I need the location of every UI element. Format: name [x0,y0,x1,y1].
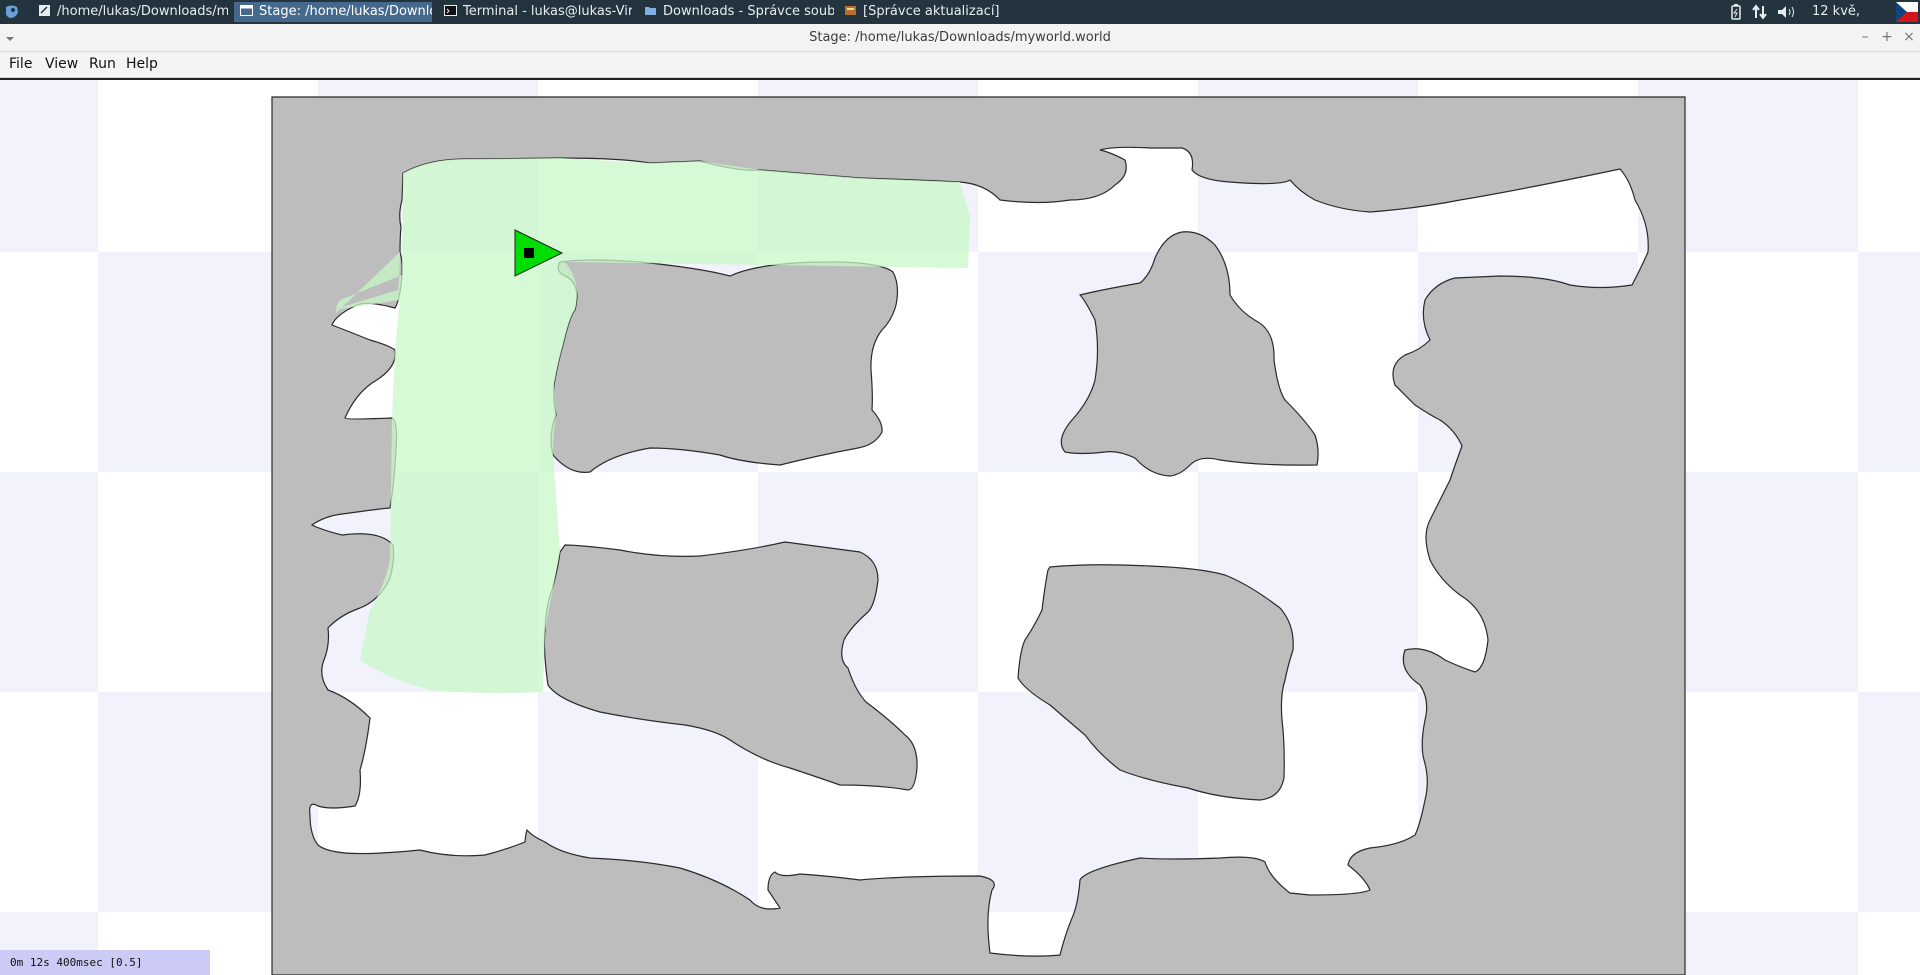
taskbar: /home/lukas/Downloads/my... Stage: /home… [0,0,1920,43]
window-titlebar[interactable]: Stage: /home/lukas/Downloads/myworld.wor… [0,24,1920,52]
robot-sensor [524,248,534,258]
battery-icon[interactable] [1728,3,1744,21]
task-file-manager[interactable]: Downloads - Správce souborů [638,2,834,22]
maximize-icon[interactable]: + [1879,28,1895,46]
menu-file[interactable]: File [9,52,32,77]
folder-icon [645,7,656,15]
menu-bar: File View Run Help [0,52,1920,78]
text-editor-icon [39,5,50,16]
stage-window-icon [240,5,253,16]
simulation-clock-status: 0m 12s 400msec [0.5] [0,950,210,975]
terminal-icon [444,5,457,16]
menu-help[interactable]: Help [126,52,158,77]
update-manager-icon [845,6,856,15]
task-text-editor[interactable]: /home/lukas/Downloads/my... [32,2,228,22]
xfce-menu-icon[interactable] [3,3,21,21]
stage-canvas[interactable] [0,80,1920,975]
network-icon[interactable] [1752,3,1768,21]
clock[interactable]: 12 kvě, 13:05 [1812,0,1892,43]
task-terminal[interactable]: Terminal - lukas@lukas-Virtu... [438,2,632,22]
window-title: Stage: /home/lukas/Downloads/myworld.wor… [809,30,1111,45]
minimize-icon[interactable]: – [1857,28,1873,46]
task-stage[interactable]: Stage: /home/lukas/Downloa... [234,2,432,22]
volume-icon[interactable] [1776,3,1798,21]
task-update-manager[interactable]: [Správce aktualizací] [838,2,1038,22]
keyboard-layout-flag-icon[interactable] [1896,2,1918,22]
menu-run[interactable]: Run [89,52,116,77]
close-icon[interactable]: × [1901,28,1917,46]
menu-view[interactable]: View [45,52,78,77]
